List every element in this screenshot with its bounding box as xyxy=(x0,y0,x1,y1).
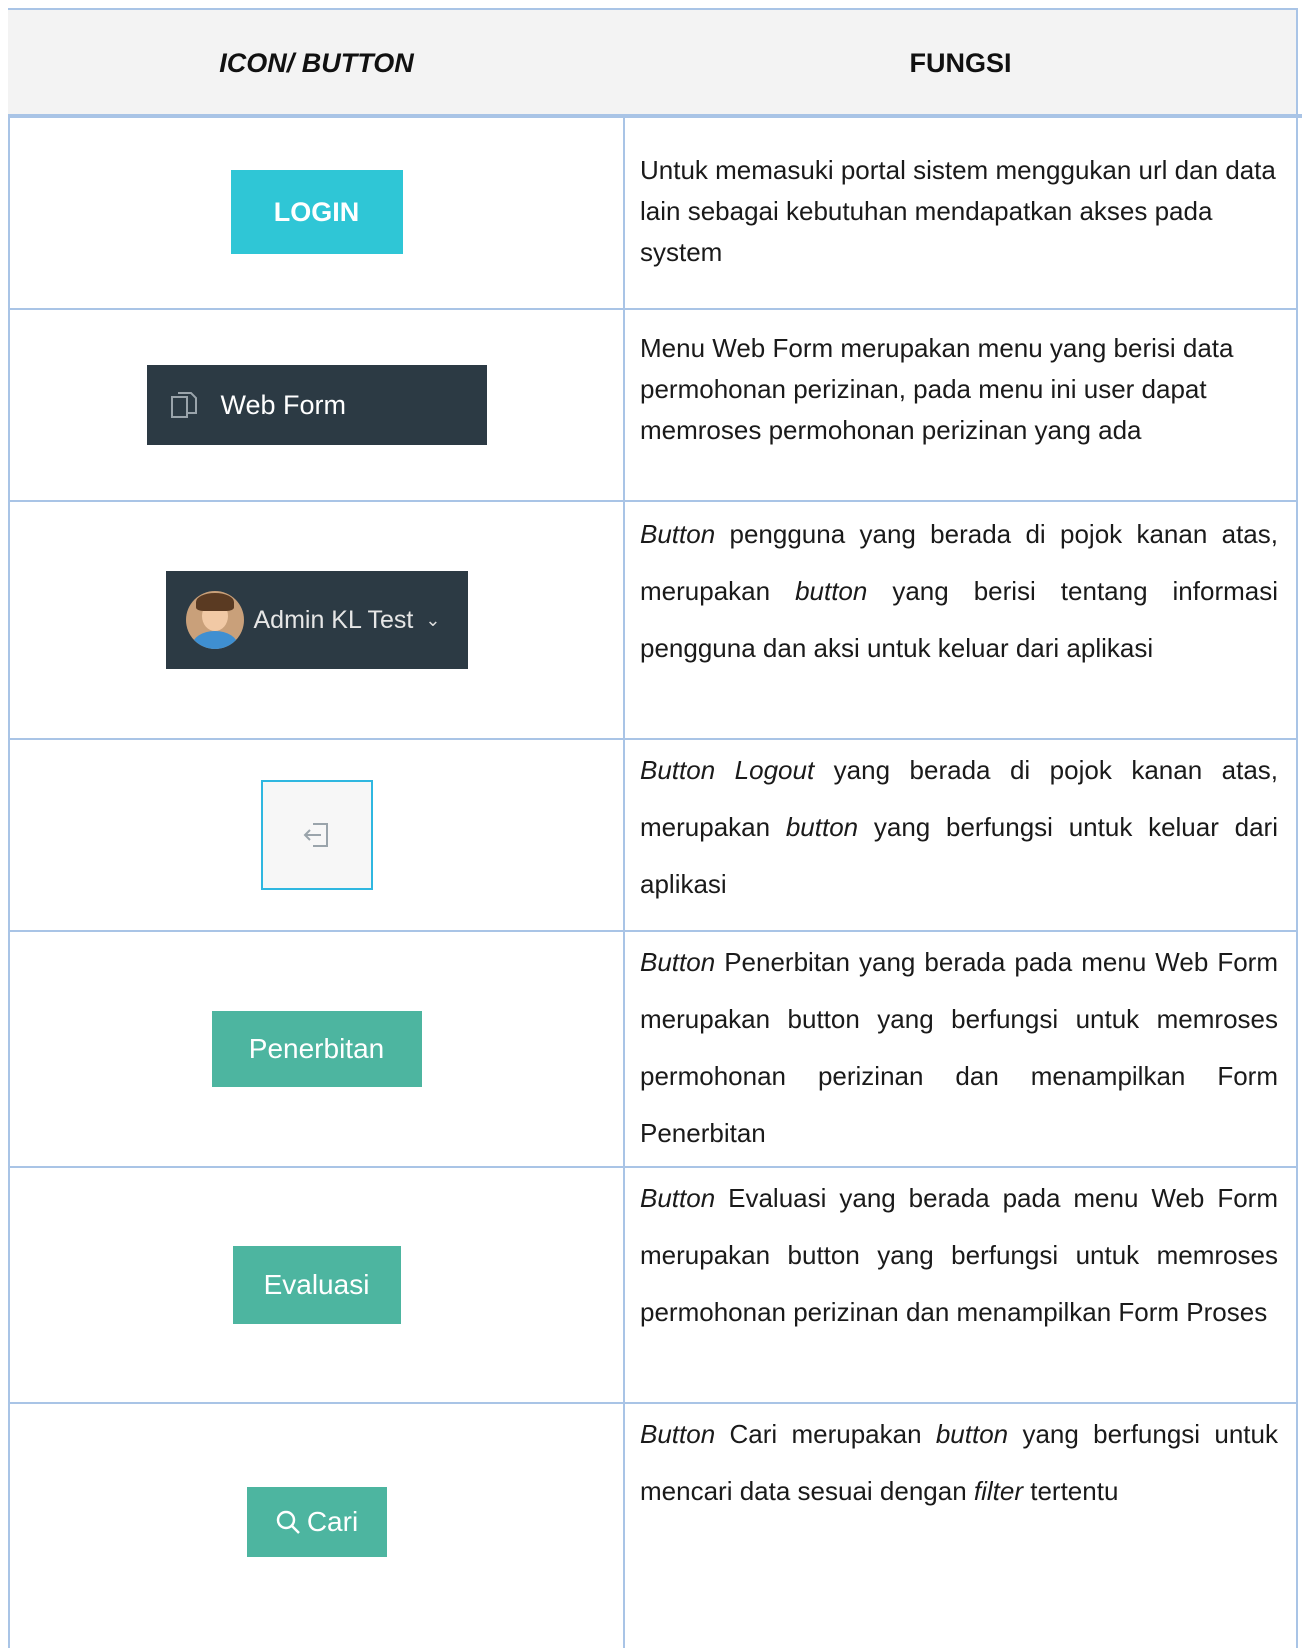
row-logout-description: Button Logout yang berada di pojok kanan… xyxy=(625,738,1296,930)
row-penerbitan-description: Button Penerbitan yang berada pada menu … xyxy=(625,930,1296,1166)
row-user-icon-cell: Admin KL Test ⌄ xyxy=(8,500,625,738)
copy-icon xyxy=(170,392,197,418)
header-label-fungsi: FUNGSI xyxy=(909,47,1012,78)
row-penerbitan-icon-cell: Penerbitan xyxy=(8,930,625,1166)
header-fungsi: FUNGSI xyxy=(625,8,1296,116)
row-webform-description: Menu Web Form merupakan menu yang berisi… xyxy=(625,308,1296,500)
login-button[interactable]: LOGIN xyxy=(230,170,403,254)
desc-italic: button xyxy=(935,1419,1009,1449)
row-login-icon-cell: LOGIN xyxy=(8,116,625,308)
webform-menu-label: Web Form xyxy=(220,389,347,420)
header-label-icon-button: ICON/ BUTTON xyxy=(219,47,414,78)
user-menu-button[interactable]: Admin KL Test ⌄ xyxy=(165,571,468,669)
desc-text: tertentu xyxy=(1023,1476,1119,1506)
desc-text: Evaluasi yang berada pada menu Web Form … xyxy=(640,1183,1278,1327)
table-border-right xyxy=(1296,8,1298,1648)
logout-button[interactable] xyxy=(260,780,373,890)
webform-menu-button[interactable]: Web Form xyxy=(146,365,487,445)
description-text: Untuk memasuki portal sistem menggukan u… xyxy=(640,155,1276,267)
row-cari-description: Button Cari merupakan button yang berfun… xyxy=(625,1402,1296,1640)
row-user-description: Button pengguna yang berada di pojok kan… xyxy=(625,500,1296,738)
user-name: Admin KL Test xyxy=(253,605,414,634)
desc-italic: Button Logout xyxy=(640,755,815,785)
description-text: Menu Web Form merupakan menu yang berisi… xyxy=(640,333,1234,445)
desc-italic: filter xyxy=(973,1476,1024,1506)
desc-italic: Button xyxy=(640,1419,716,1449)
logout-icon xyxy=(303,823,328,847)
desc-text: Penerbitan yang berada pada menu Web For… xyxy=(640,947,1278,1148)
header-icon-button: ICON/ BUTTON xyxy=(8,8,625,116)
evaluasi-label: Evaluasi xyxy=(263,1269,370,1300)
row-logout-icon-cell xyxy=(8,738,625,930)
row-evaluasi-icon-cell: Evaluasi xyxy=(8,1166,625,1402)
row-login-description: Untuk memasuki portal sistem menggukan u… xyxy=(625,116,1296,308)
desc-italic: button xyxy=(785,812,859,842)
avatar xyxy=(185,591,244,649)
login-button-label: LOGIN xyxy=(273,196,360,227)
desc-italic: Button xyxy=(640,1183,716,1213)
desc-text: Cari merupakan xyxy=(715,1419,936,1449)
evaluasi-button[interactable]: Evaluasi xyxy=(232,1246,401,1324)
penerbitan-button[interactable]: Penerbitan xyxy=(211,1011,422,1087)
cari-label: Cari xyxy=(306,1506,359,1537)
chevron-down-icon: ⌄ xyxy=(425,609,441,630)
cari-button[interactable]: Cari xyxy=(246,1487,387,1557)
penerbitan-label: Penerbitan xyxy=(248,1033,385,1064)
row-cari-icon-cell: Cari xyxy=(8,1402,625,1640)
row-webform-icon-cell: Web Form xyxy=(8,308,625,500)
desc-italic: Button xyxy=(640,947,716,977)
desc-italic: Button xyxy=(640,519,716,549)
search-icon xyxy=(276,1510,300,1534)
desc-italic: button xyxy=(795,576,868,606)
row-evaluasi-description: Button Evaluasi yang berada pada menu We… xyxy=(625,1166,1296,1402)
